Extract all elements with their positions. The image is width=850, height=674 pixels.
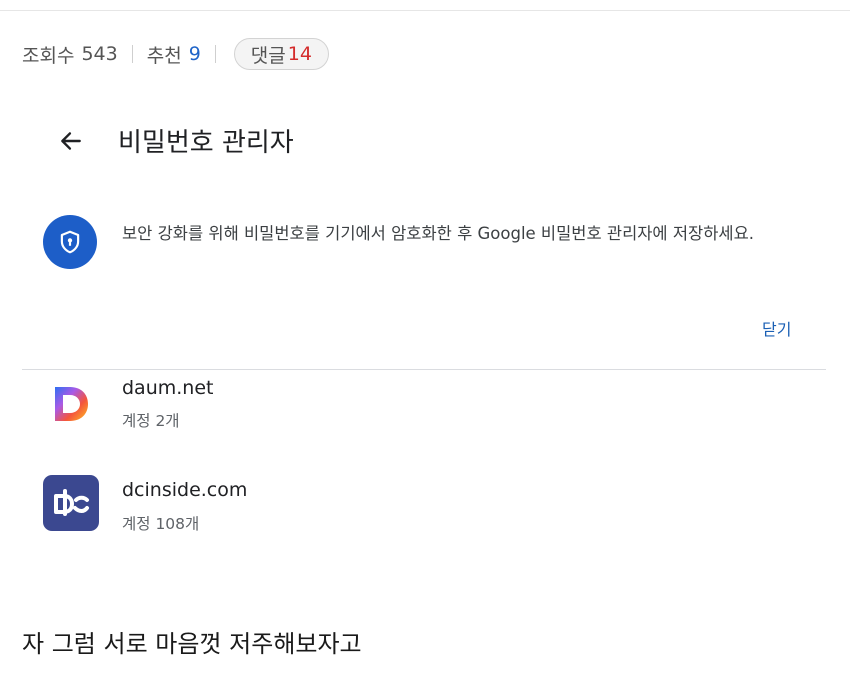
encryption-banner-text: 보안 강화를 위해 비밀번호를 기기에서 암호화한 후 Google 비밀번호 … <box>122 224 754 243</box>
comments-button[interactable]: 댓글 14 <box>233 38 329 70</box>
close-button[interactable]: 닫기 <box>762 316 791 340</box>
account-count: 계정 108개 <box>122 515 200 533</box>
dcinside-logo-icon <box>43 475 99 531</box>
comments-label: 댓글 <box>250 44 286 67</box>
shield-icon <box>43 215 97 269</box>
comments-count: 14 <box>287 43 312 65</box>
daum-logo-icon <box>55 387 88 421</box>
recommend-label: 추천 <box>146 44 182 67</box>
back-arrow-icon[interactable] <box>58 128 84 154</box>
meta-separator <box>131 45 133 63</box>
post-page: 조회수 543 추천 9 댓글 14 비밀번호 관리자 보안 강화를 위해 비밀… <box>0 0 850 674</box>
top-divider <box>0 10 850 11</box>
section-divider <box>22 369 826 370</box>
views-label: 조회수 <box>22 44 75 67</box>
post-caption: 자 그럼 서로 마음껏 저주해보자고 <box>22 630 362 658</box>
site-name: daum.net <box>122 377 214 399</box>
meta-separator <box>214 45 216 63</box>
post-meta-bar: 조회수 543 추천 9 댓글 14 <box>22 36 329 72</box>
list-item[interactable]: dcinside.com 계정 108개 <box>0 475 850 545</box>
list-item[interactable]: daum.net 계정 2개 <box>0 372 850 442</box>
account-count: 계정 2개 <box>122 412 180 430</box>
views-count: 543 <box>81 43 118 65</box>
site-name: dcinside.com <box>122 479 248 501</box>
page-title: 비밀번호 관리자 <box>118 128 294 158</box>
recommend-count: 9 <box>188 43 201 65</box>
